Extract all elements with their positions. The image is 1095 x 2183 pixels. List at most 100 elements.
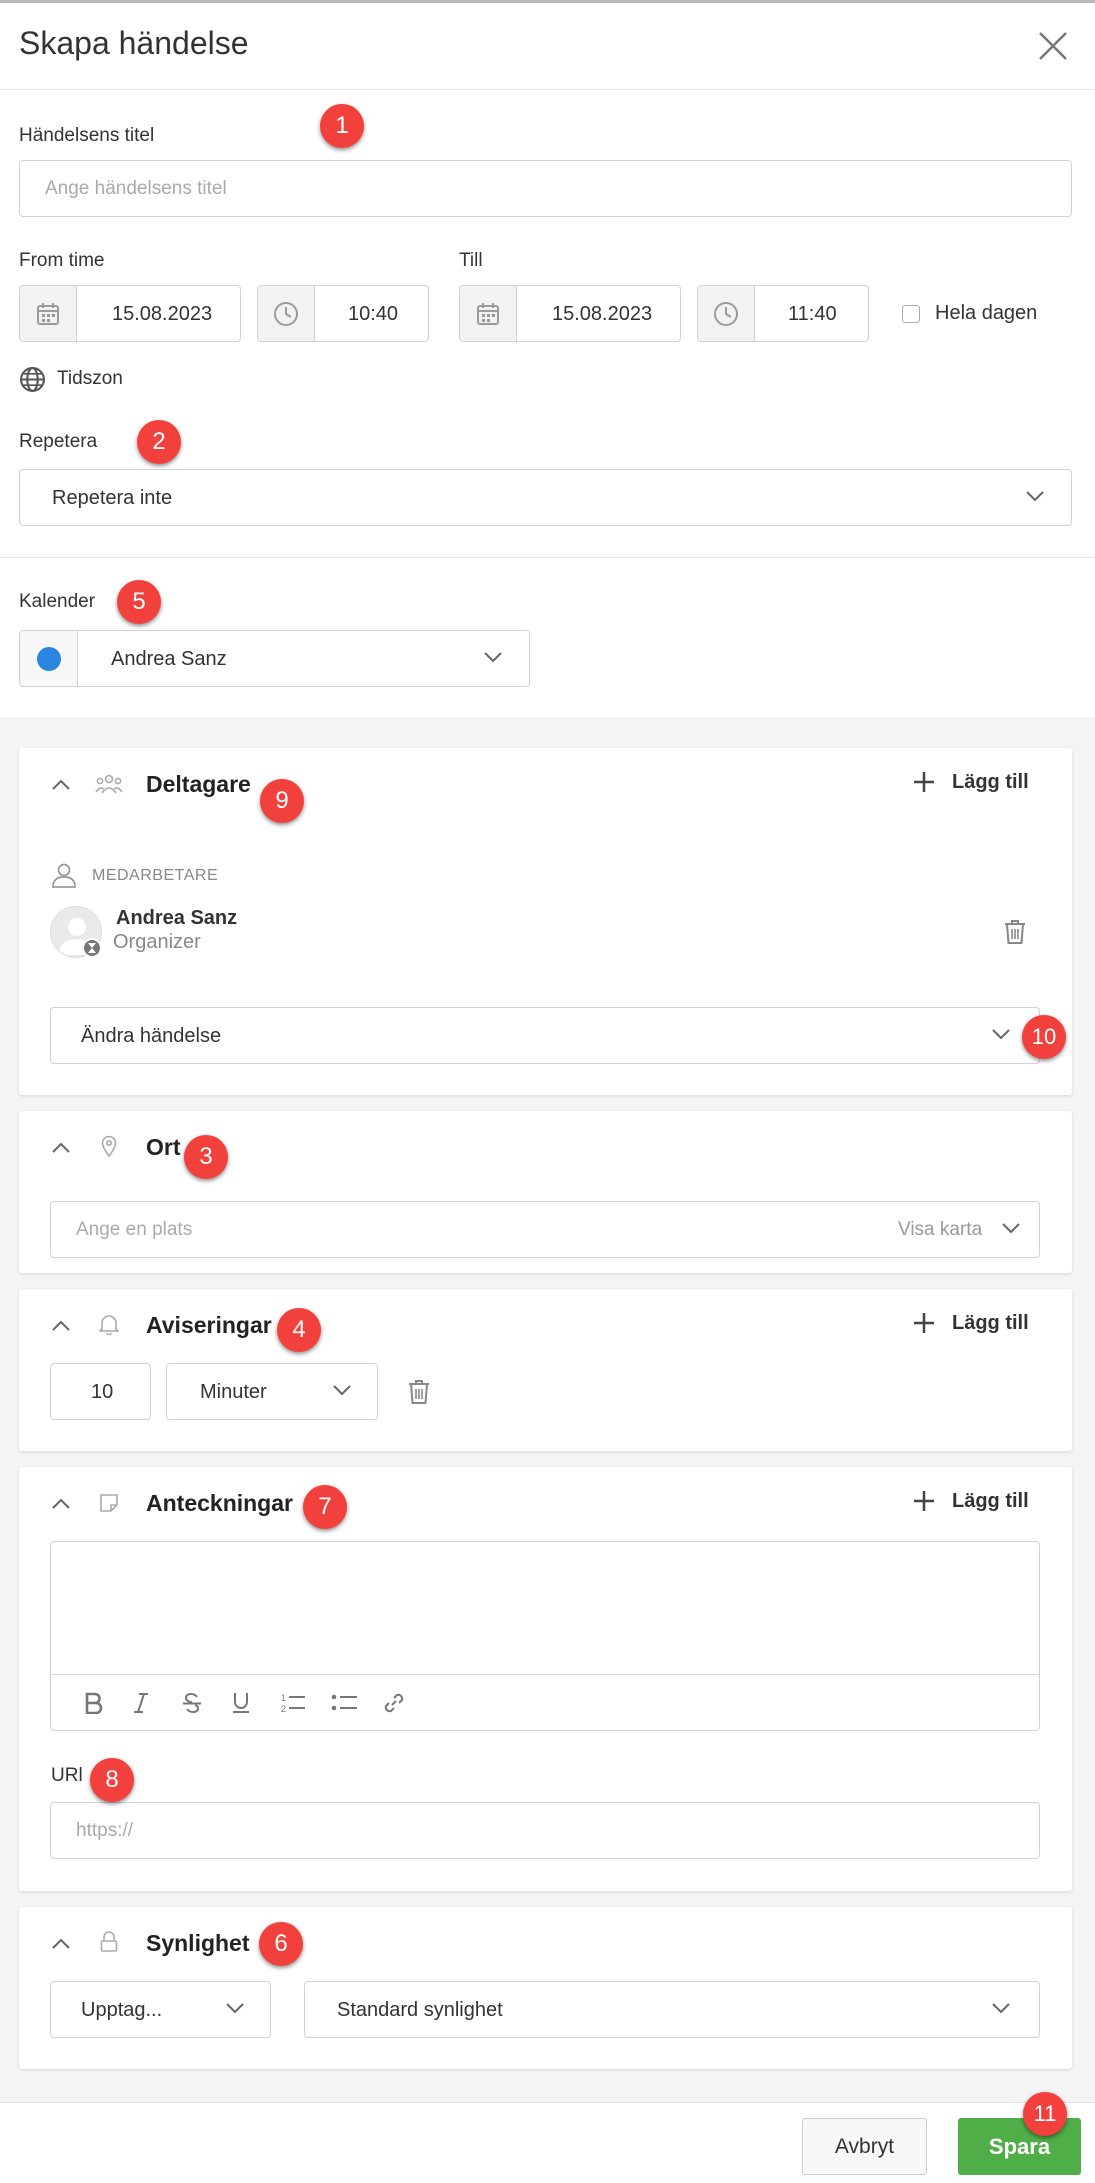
participants-card: Deltagare Lägg till MEDARBETARE Andrea S… [19,748,1072,1095]
url-input[interactable]: https:// [50,1802,1040,1859]
cancel-button[interactable]: Avbryt [802,2118,927,2175]
from-date-field[interactable]: 15.08.2023 [19,285,241,342]
all-day-checkbox[interactable] [902,305,920,323]
url-label: URl [51,1765,83,1786]
repeat-select[interactable]: Repetera inte [19,469,1072,526]
annotation-badge-11: 11 [1023,2092,1067,2136]
to-time-field[interactable]: 11:40 [697,285,869,342]
chevron-up-icon[interactable] [51,1497,71,1511]
plus-icon [914,1491,934,1511]
organizer-hourglass-icon [82,938,102,958]
from-date-addon [20,286,77,341]
from-time-addon [258,286,315,341]
ordered-list-icon[interactable]: 1 2 [281,1692,305,1714]
from-time-label: From time [19,250,105,271]
clock-icon [274,301,298,326]
plus-icon [914,1313,934,1333]
employees-group-label: MEDARBETARE [92,867,219,884]
chevron-up-icon[interactable] [51,1319,71,1333]
from-date-value: 15.08.2023 [112,303,213,325]
plus-icon [914,772,934,792]
notes-add-label: Lägg till [952,1489,1029,1512]
annotation-badge-6: 6 [259,1922,303,1966]
to-date-field[interactable]: 15.08.2023 [459,285,681,342]
link-icon[interactable] [383,1692,405,1714]
annotation-badge-3: 3 [184,1135,228,1179]
bullet-list-icon[interactable] [331,1692,357,1714]
to-date-addon [460,286,517,341]
notes-card: Anteckningar Lägg till 1 2 URl https:// [19,1467,1072,1891]
busy-status-select[interactable]: Upptag... [50,1981,271,2038]
annotation-badge-7: 7 [303,1485,347,1529]
annotation-badge-2: 2 [137,420,181,464]
close-icon[interactable] [1036,29,1070,63]
event-title-input[interactable]: Ange händelsens titel [19,160,1072,217]
show-map-link[interactable]: Visa karta [898,1219,982,1241]
calendar-label: Kalender [19,591,96,612]
divider [0,557,1095,558]
timezone-link[interactable]: Tidszon [57,368,123,390]
to-time-addon [698,286,755,341]
visibility-title: Synlighet [146,1930,250,1956]
chevron-up-icon[interactable] [51,1141,71,1155]
annotation-badge-9: 9 [260,779,304,823]
participants-title: Deltagare [146,771,251,797]
notes-title: Anteckningar [146,1490,293,1516]
chevron-down-icon [992,2003,1010,2014]
chevron-down-icon[interactable] [1001,1221,1021,1235]
annotation-badge-4: 4 [277,1308,321,1352]
chevron-down-icon [226,2003,244,2014]
dialog-title: Skapa händelse [19,25,249,61]
notifications-add-button[interactable]: Lägg till [912,1311,1029,1335]
visibility-select[interactable]: Standard synlighet [304,1981,1040,2038]
chevron-down-icon [992,1029,1010,1040]
chevron-up-icon[interactable] [51,1937,71,1951]
visibility-value: Standard synlighet [337,1999,503,2021]
to-date-value: 15.08.2023 [552,303,653,325]
calendar-color-addon [20,631,78,686]
annotation-badge-5: 5 [117,580,161,624]
to-time-value: 11:40 [788,303,837,325]
permission-value: Ändra händelse [81,1025,222,1047]
participants-add-button[interactable]: Lägg till [912,770,1029,794]
notification-amount-value: 10 [91,1381,114,1403]
strikethrough-icon[interactable] [182,1692,202,1714]
event-title-label: Händelsens titel [19,125,155,146]
notes-add-button[interactable]: Lägg till [912,1489,1029,1513]
underline-icon[interactable] [232,1692,250,1714]
notification-unit-select[interactable]: Minuter [166,1363,378,1420]
notification-unit-value: Minuter [200,1381,267,1403]
bell-icon [99,1315,119,1335]
trash-icon[interactable] [1004,919,1026,945]
annotation-badge-8: 8 [90,1758,134,1802]
notification-amount-input[interactable]: 10 [50,1363,151,1420]
chevron-down-icon [1026,491,1044,502]
event-title-placeholder: Ange händelsens titel [45,178,227,199]
svg-text:1: 1 [281,1693,286,1703]
chevron-up-icon[interactable] [51,778,71,792]
trash-icon[interactable] [408,1379,430,1405]
bold-icon[interactable] [84,1692,104,1714]
from-time-value: 10:40 [348,303,399,325]
participant-name: Andrea Sanz [116,907,238,929]
participant-role: Organizer [113,931,201,953]
location-card: Ort Ange en plats Visa karta [19,1111,1072,1273]
all-day-label: Hela dagen [935,302,1038,324]
lock-icon [100,1931,118,1952]
calendar-color-dot [36,646,61,671]
location-input[interactable]: Ange en plats Visa karta [50,1201,1040,1258]
participants-add-label: Lägg till [952,770,1029,793]
notes-editor: 1 2 [50,1541,1040,1731]
calendar-select[interactable]: Andrea Sanz [19,630,530,687]
from-time-field[interactable]: 10:40 [257,285,429,342]
clock-icon [714,301,738,326]
group-icon [95,774,123,794]
notifications-add-label: Lägg till [952,1311,1029,1334]
editor-toolbar: 1 2 [51,1675,1039,1731]
annotation-badge-10: 10 [1022,1015,1066,1059]
calendar-icon [37,302,59,325]
notes-textarea[interactable] [51,1542,1039,1674]
permission-select[interactable]: Ändra händelse [50,1007,1040,1064]
notifications-card: Aviseringar Lägg till 10 Minuter [19,1289,1072,1451]
italic-icon[interactable] [133,1692,149,1714]
